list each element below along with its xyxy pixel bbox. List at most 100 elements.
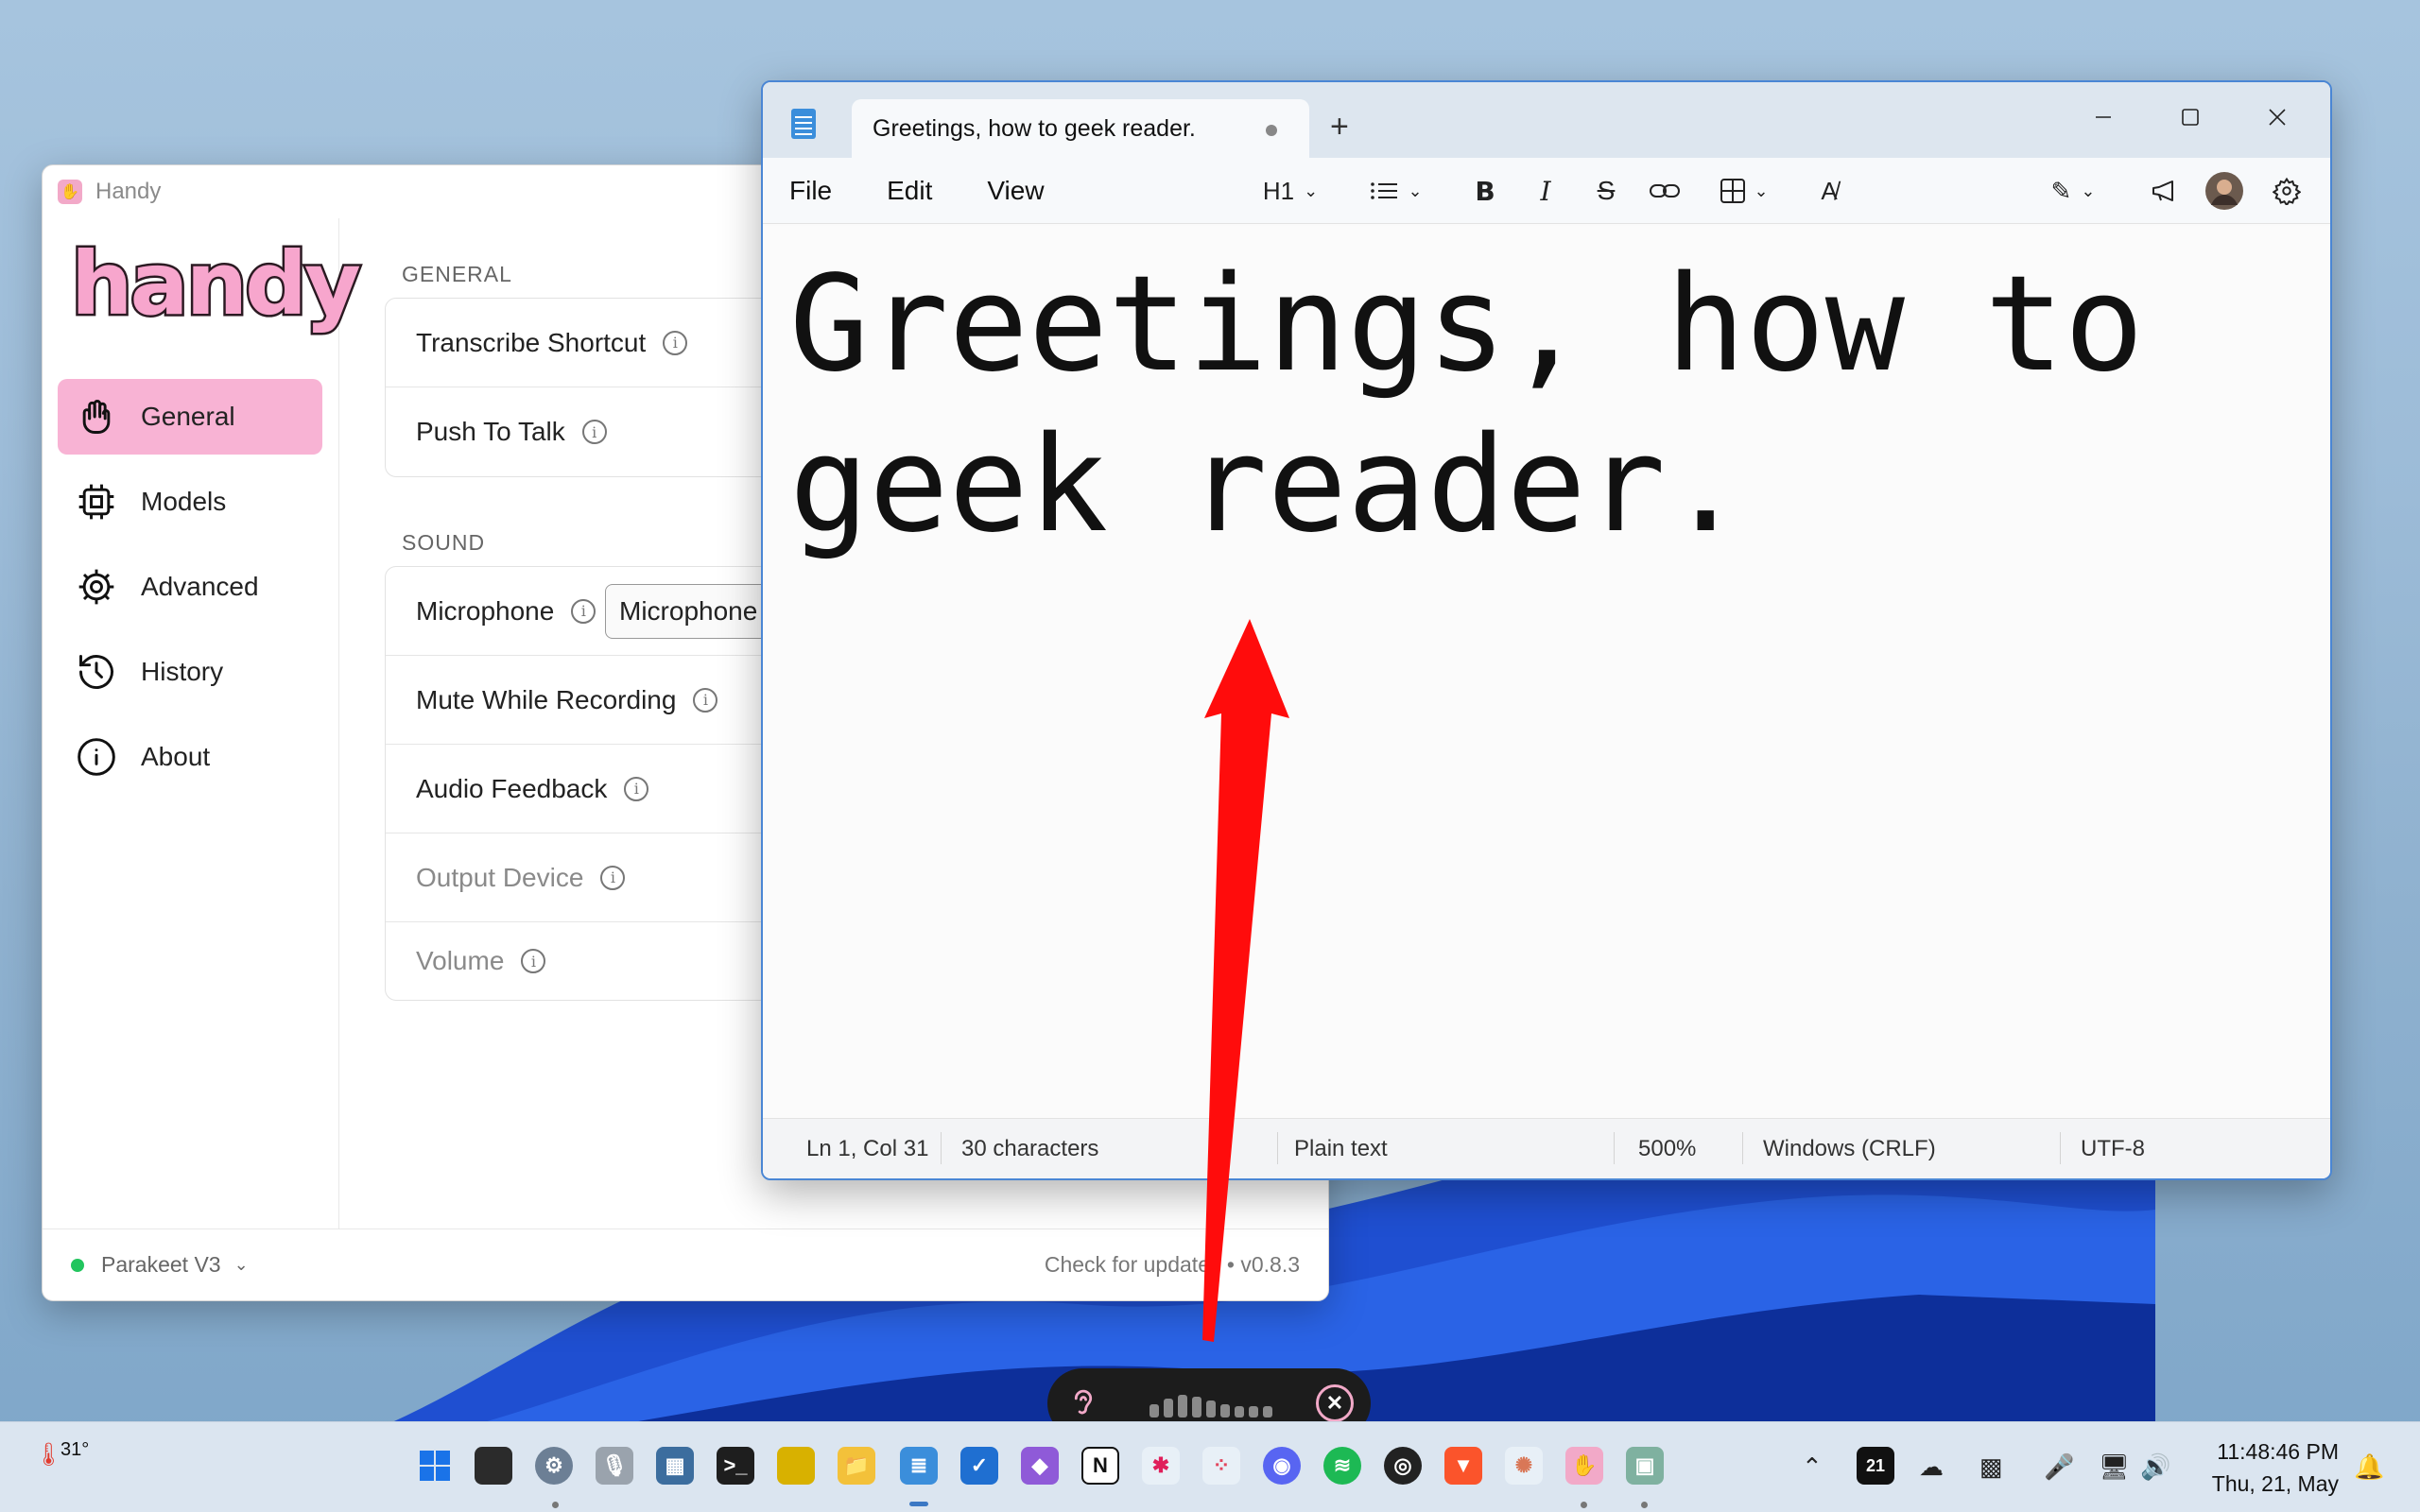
italic-icon: I [1540, 175, 1551, 207]
cancel-recording-button[interactable]: ✕ [1316, 1384, 1354, 1422]
brave-browser-icon[interactable]: ▼ [1444, 1447, 1482, 1485]
claude-icon[interactable]: ✺ [1505, 1447, 1543, 1485]
setting-label: Push To Talk [416, 417, 565, 446]
network-icon[interactable]: 🖥 [2099, 1452, 2130, 1482]
status-line-endings[interactable]: Windows (CRLF) [1763, 1136, 1936, 1162]
italic-button[interactable]: I [1527, 169, 1564, 213]
color-picker-icon[interactable]: ▩ [1979, 1452, 2003, 1482]
level-bar [1164, 1399, 1173, 1418]
asana-icon[interactable]: ⁘ [1202, 1447, 1240, 1485]
setting-label: Output Device [416, 862, 584, 892]
level-bar [1220, 1404, 1230, 1418]
thermometer-icon: 🌡 [34, 1442, 63, 1468]
discord-icon[interactable]: ◉ [1263, 1447, 1301, 1485]
list-button[interactable]: ⌄ [1358, 169, 1434, 213]
account-avatar[interactable] [2204, 169, 2245, 213]
level-bar [1150, 1404, 1159, 1418]
todo-icon[interactable]: ✓ [960, 1447, 998, 1485]
notion-icon[interactable]: N [1081, 1447, 1119, 1485]
hand-icon [73, 393, 120, 440]
unsaved-dot-icon[interactable] [1266, 125, 1277, 136]
link-button[interactable] [1644, 169, 1685, 213]
obsidian-icon[interactable]: ◆ [1021, 1447, 1059, 1485]
info-icon[interactable]: i [521, 949, 546, 973]
volume-icon[interactable]: 🔊 [2140, 1452, 2170, 1482]
strikethrough-icon: S [1597, 176, 1616, 205]
bold-button[interactable]: B [1466, 169, 1504, 213]
file-explorer-icon[interactable]: 📁 [838, 1447, 875, 1485]
info-icon[interactable]: i [581, 420, 607, 444]
level-bar [1235, 1406, 1244, 1418]
menu-edit[interactable]: Edit [887, 176, 932, 206]
status-format[interactable]: Plain text [1294, 1136, 1388, 1162]
terminal-icon[interactable]: >_ [717, 1447, 754, 1485]
active-app-indicator [909, 1502, 928, 1506]
heading-select[interactable]: H1 ⌄ [1253, 169, 1328, 213]
tab-title: Greetings, how to geek reader. [873, 114, 1196, 142]
temperature-label: 31° [60, 1439, 90, 1460]
chevron-up-icon[interactable]: ⌃ [1802, 1452, 1823, 1482]
feedback-button[interactable] [2145, 169, 2187, 213]
check-updates-link[interactable]: Check for updates [1045, 1252, 1221, 1277]
notification-bell-icon[interactable]: 🔔 [2354, 1452, 2384, 1482]
nav-list: General Models Advanced History About [58, 379, 322, 804]
task-view-icon[interactable] [475, 1447, 512, 1485]
strikethrough-button[interactable]: S [1587, 169, 1625, 213]
setting-label: Mute While Recording [416, 684, 677, 714]
microphone-tray-icon[interactable]: 🎤 [2044, 1452, 2074, 1482]
greenshot-icon[interactable]: ▣ [1626, 1447, 1664, 1485]
start-button[interactable] [416, 1447, 454, 1485]
table-button[interactable]: ⌄ [1706, 169, 1782, 213]
slack-icon[interactable]: ✱ [1142, 1447, 1180, 1485]
info-icon[interactable]: i [624, 776, 649, 801]
level-bar [1178, 1395, 1187, 1418]
close-icon [2269, 109, 2286, 126]
notepad-titlebar: Greetings, how to geek reader. + [763, 82, 2330, 158]
section-label-general: GENERAL [402, 262, 512, 286]
notepad-taskbar-icon[interactable]: ≣ [900, 1447, 938, 1485]
spotify-icon[interactable]: ≋ [1323, 1447, 1361, 1485]
weather-widget[interactable]: 🌡 31° [34, 1439, 89, 1469]
nav-item-about[interactable]: About [58, 719, 322, 795]
calendar-tray-icon[interactable]: 21 [1857, 1447, 1894, 1485]
history-icon [73, 648, 120, 696]
notepad-statusbar: Ln 1, Col 31 30 characters Plain text 50… [763, 1118, 2330, 1178]
notepad-tab[interactable]: Greetings, how to geek reader. [852, 99, 1309, 158]
copilot-rewrite-button[interactable]: ✎ ⌄ [2035, 169, 2111, 213]
info-icon[interactable]: i [571, 598, 596, 624]
nav-item-advanced[interactable]: Advanced [58, 549, 322, 625]
info-icon[interactable]: i [663, 330, 688, 355]
notepad-document[interactable]: Greetings, how to geek reader. [763, 226, 2330, 1118]
model-selector[interactable]: Parakeet V3 [101, 1252, 221, 1278]
info-icon[interactable]: i [600, 865, 626, 890]
calculator-icon[interactable]: ▦ [656, 1447, 694, 1485]
settings-button[interactable] [2266, 169, 2308, 213]
microphone-app-icon[interactable]: 🎙 [596, 1447, 633, 1485]
cloud-sync-icon[interactable]: ☁ [1919, 1452, 1944, 1482]
heading-value: H1 [1262, 176, 1295, 205]
close-button[interactable] [2243, 94, 2311, 141]
level-bar [1206, 1400, 1216, 1418]
spellcheck-button[interactable]: A̸ [1808, 169, 1850, 213]
handy-taskbar-icon[interactable]: ✋ [1565, 1447, 1603, 1485]
chevron-down-icon[interactable]: ⌄ [234, 1255, 249, 1275]
menu-file[interactable]: File [789, 176, 832, 206]
setting-label: Volume [416, 946, 505, 975]
handy-footer: Parakeet V3 ⌄ Check for updates • v0.8.3 [43, 1228, 1328, 1300]
clock[interactable]: 11:48:46 PM Thu, 21, May [2212, 1435, 2339, 1500]
sticky-notes-icon[interactable] [777, 1447, 815, 1485]
settings-gear-icon[interactable]: ⚙ [535, 1447, 573, 1485]
status-zoom[interactable]: 500% [1638, 1136, 1696, 1162]
status-encoding[interactable]: UTF-8 [2081, 1136, 2145, 1162]
document-text[interactable]: Greetings, how to geek reader. [789, 245, 2207, 566]
obs-icon[interactable]: ◎ [1384, 1447, 1422, 1485]
running-indicator [552, 1502, 559, 1508]
new-tab-button[interactable]: + [1330, 109, 1349, 146]
nav-item-models[interactable]: Models [58, 464, 322, 540]
nav-item-general[interactable]: General [58, 379, 322, 455]
maximize-button[interactable] [2156, 94, 2224, 141]
minimize-button[interactable] [2069, 94, 2137, 141]
nav-item-history[interactable]: History [58, 634, 322, 710]
info-icon[interactable]: i [693, 687, 718, 713]
menu-view[interactable]: View [987, 176, 1044, 206]
